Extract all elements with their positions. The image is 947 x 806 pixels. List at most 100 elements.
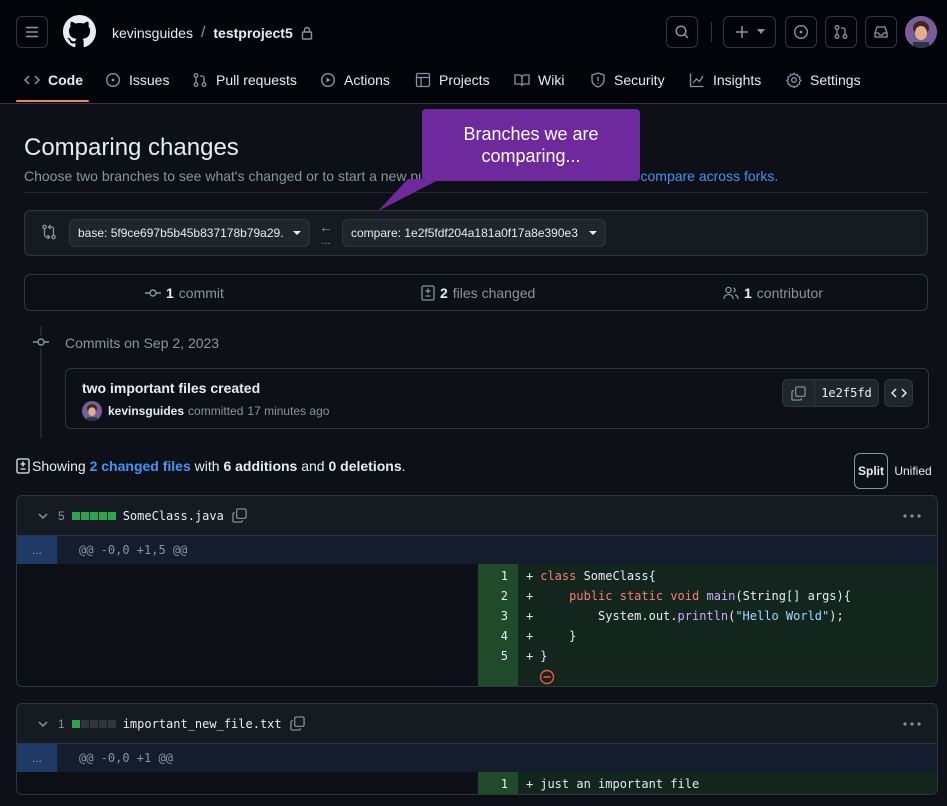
line-number[interactable]: 1 <box>478 569 518 583</box>
commits-date-heading: Commits on Sep 2, 2023 <box>65 335 220 351</box>
line-code: public static void main(String[] args){ <box>569 589 851 603</box>
hamburger-icon <box>26 26 38 38</box>
author-avatar[interactable] <box>82 401 102 421</box>
commit-action: committed <box>188 404 244 418</box>
chevron-down-icon[interactable] <box>37 718 49 730</box>
commits-count: 1 <box>166 285 174 301</box>
diffstat-bar <box>71 511 117 520</box>
diff-line: 1 + class SomeClass{ <box>478 566 656 586</box>
inbox-icon <box>874 26 888 38</box>
line-number[interactable]: 5 <box>478 649 518 663</box>
kebab-horizontal-icon[interactable] <box>903 514 921 518</box>
line-code: just an important file <box>540 777 700 791</box>
hunk-text: @@ -0,0 +1 @@ <box>79 751 173 765</box>
files-changed-stat[interactable]: 2 files changed <box>421 285 535 301</box>
tab-wiki[interactable]: Wiki <box>514 62 564 98</box>
tab-settings[interactable]: Settings <box>786 62 861 98</box>
tab-label: Security <box>614 72 665 88</box>
line-number[interactable]: 1 <box>478 777 518 791</box>
header-divider <box>711 22 712 42</box>
compare-ellipsis: ... <box>321 235 331 247</box>
expand-hunk-button[interactable]: ... <box>17 536 57 564</box>
subtitle-period: . <box>774 168 779 184</box>
menu-button[interactable] <box>16 16 48 48</box>
line-number[interactable]: 4 <box>478 629 518 643</box>
contributors-stat[interactable]: 1 contributor <box>723 285 823 301</box>
tab-actions[interactable]: Actions <box>320 62 390 98</box>
compare-branch-select[interactable]: compare: 1e2f5fdf204a181a0f17a8e390e3... <box>342 219 606 247</box>
pull-requests-button[interactable] <box>825 16 857 48</box>
commit-node-icon <box>33 336 49 348</box>
book-icon <box>514 74 530 87</box>
commit-author[interactable]: kevinsguides <box>108 404 184 418</box>
contributors-count: 1 <box>744 285 752 301</box>
expand-hunk-button[interactable]: ... <box>17 744 57 772</box>
line-number[interactable]: 3 <box>478 609 518 623</box>
commit-time: 17 minutes ago <box>247 404 330 418</box>
commit-title[interactable]: two important files created <box>82 380 260 396</box>
repo-link[interactable]: testproject5 <box>213 25 292 41</box>
showing-with: with <box>194 458 220 474</box>
commits-stat[interactable]: 1 commit <box>145 285 224 301</box>
tab-code[interactable]: Code <box>24 62 83 98</box>
issues-button[interactable] <box>785 16 817 48</box>
issue-icon <box>105 72 121 88</box>
create-new-button[interactable] <box>723 16 776 48</box>
base-branch-select[interactable]: base: 5f9ce697b5b45b837178b79a29... <box>69 219 310 247</box>
diff-view-toggle: Split Unified <box>854 453 938 489</box>
tab-label: Wiki <box>538 72 565 88</box>
line-sign: + <box>526 569 534 583</box>
tab-projects[interactable]: Projects <box>415 62 490 98</box>
diffstat-bar <box>71 719 117 728</box>
compare-arrow: ← <box>319 219 333 235</box>
compare-across-forks-link[interactable]: compare across forks <box>641 168 775 184</box>
gear-icon <box>786 72 802 88</box>
repo-header: kevinsguides / testproject5 Code Issues … <box>0 0 947 104</box>
line-code: System.out.println("Hello World"); <box>540 609 844 623</box>
changed-files-link[interactable]: 2 changed files <box>90 458 191 474</box>
hunk-text: @@ -0,0 +1,5 @@ <box>79 543 188 557</box>
hunk-header: ... @@ -0,0 +1,5 @@ <box>17 536 937 564</box>
additions-count: 6 additions <box>223 458 298 474</box>
graph-icon <box>689 73 704 88</box>
base-branch-label: base: 5f9ce697b5b45b837178b79a29... <box>78 226 283 240</box>
tab-label: Insights <box>713 72 762 88</box>
file-diff-icon <box>16 458 30 474</box>
summary-stats: 1 commit 2 files changed 1 contributor <box>24 274 928 311</box>
owner-link[interactable]: kevinsguides <box>112 25 193 41</box>
line-sign: + <box>526 609 534 623</box>
tab-pull-requests[interactable]: Pull requests <box>192 62 297 98</box>
issue-opened-icon <box>793 24 809 40</box>
avatar-image <box>905 16 937 48</box>
line-code: } <box>540 649 548 663</box>
breadcrumb-separator: / <box>200 24 206 41</box>
copy-sha-button[interactable] <box>783 380 815 406</box>
plus-icon <box>735 26 748 38</box>
file-name-link[interactable]: important_new_file.txt <box>123 717 282 731</box>
copy-icon[interactable] <box>289 716 305 731</box>
inbox-button[interactable] <box>865 16 897 48</box>
tab-issues[interactable]: Issues <box>105 62 169 98</box>
split-view-button[interactable]: Split <box>854 453 888 489</box>
code-icon <box>890 388 907 398</box>
line-number[interactable]: 2 <box>478 589 518 603</box>
kebab-horizontal-icon[interactable] <box>903 722 921 726</box>
subtitle-text: Choose two branches to see what's change… <box>24 168 426 184</box>
unified-view-button[interactable]: Unified <box>888 453 938 489</box>
caret-down-icon <box>293 231 301 235</box>
diff-line: 3 + System.out.println("Hello World"); <box>478 606 844 626</box>
copy-icon[interactable] <box>232 508 247 523</box>
browse-repo-button[interactable] <box>884 379 913 407</box>
files-label: files changed <box>452 285 536 301</box>
github-logo[interactable] <box>63 15 96 48</box>
tab-security[interactable]: Security <box>590 62 665 98</box>
hunk-header: ... @@ -0,0 +1 @@ <box>17 744 937 772</box>
chevron-down-icon[interactable] <box>37 510 49 522</box>
search-button[interactable] <box>666 16 698 48</box>
tab-label: Pull requests <box>216 72 297 88</box>
file-name-link[interactable]: SomeClass.java <box>123 509 224 523</box>
tab-insights[interactable]: Insights <box>689 62 761 98</box>
callout-pointer <box>378 179 440 211</box>
commit-sha-link[interactable]: 1e2f5fd <box>815 380 878 406</box>
user-avatar[interactable] <box>905 16 937 48</box>
